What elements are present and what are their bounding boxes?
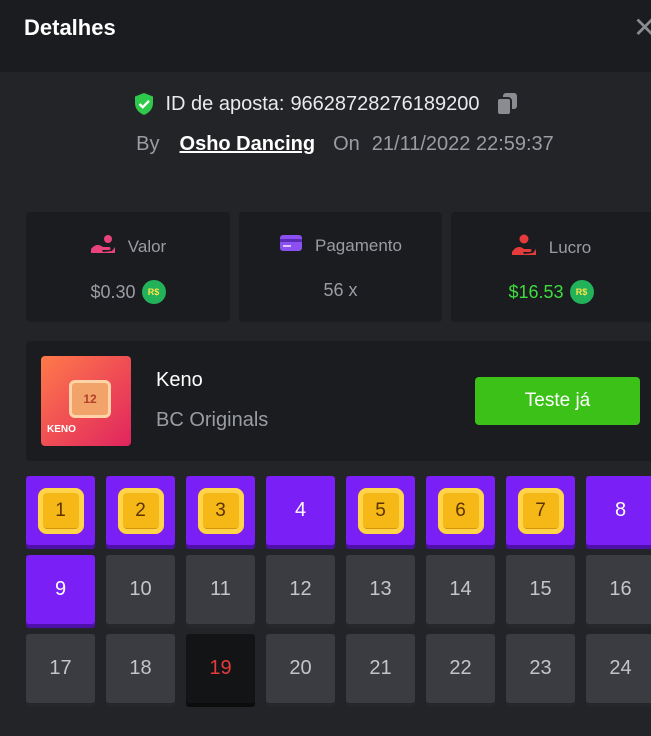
stat-label: Valor — [127, 236, 167, 256]
keno-cell[interactable]: 4 — [266, 476, 335, 545]
keno-cell-number: 11 — [210, 578, 231, 600]
keno-cell-number: 12 — [289, 578, 312, 600]
keno-cell[interactable]: 10 — [106, 555, 175, 624]
keno-cell[interactable]: 11 — [186, 555, 255, 624]
keno-cell[interactable]: 7 — [506, 476, 575, 545]
gem-icon: 5 — [357, 487, 404, 534]
gem-icon: 3 — [197, 487, 244, 534]
gem-icon: 7 — [517, 487, 564, 534]
game-card: 12 KENO Keno BC Originals Teste já — [26, 341, 651, 461]
keno-cell-number: 10 — [129, 578, 152, 600]
stat-lucro: Lucro $16.53 R$ — [451, 212, 651, 322]
keno-cell-number: 20 — [289, 657, 312, 679]
keno-cell[interactable]: 5 — [346, 476, 415, 545]
bet-id-label: ID de aposta: — [165, 92, 285, 115]
thumb-label: KENO — [47, 424, 76, 435]
try-now-button[interactable]: Teste já — [475, 377, 640, 425]
thumb-cube: 12 — [69, 380, 111, 418]
keno-cell[interactable]: 3 — [186, 476, 255, 545]
keno-cell[interactable]: 14 — [426, 555, 495, 624]
keno-cell[interactable]: 1 — [26, 476, 95, 545]
keno-grid: 1 2 3 4 5 6 7 8 9 10 11 12 13 14 15 16 17 18 19 20 21 22 23 24 — [26, 476, 651, 736]
keno-cell-number: 5 — [375, 499, 386, 521]
keno-cell-number: 22 — [449, 657, 472, 679]
keno-cell-number: 15 — [529, 578, 552, 600]
gem-icon: 6 — [437, 487, 484, 534]
currency-coin-icon: R$ — [569, 280, 594, 304]
keno-cell[interactable]: 24 — [586, 634, 651, 703]
card-icon — [279, 234, 303, 257]
bet-by-row: By Osho Dancing On 21/11/2022 22:59:37 — [0, 130, 651, 158]
profit-hand-icon — [511, 234, 537, 261]
keno-cell[interactable]: 9 — [26, 555, 95, 624]
stat-label: Lucro — [548, 237, 592, 257]
keno-cell-number: 21 — [369, 657, 392, 679]
game-provider: BC Originals — [156, 409, 269, 431]
keno-cell-number: 4 — [294, 499, 307, 521]
keno-cell-number: 19 — [209, 657, 232, 679]
stat-label: Pagamento — [315, 235, 402, 255]
keno-cell[interactable]: 12 — [266, 555, 335, 624]
user-link[interactable]: Osho Dancing — [180, 133, 316, 156]
keno-cell[interactable]: 22 — [426, 634, 495, 703]
keno-cell-number: 9 — [54, 578, 67, 600]
keno-cell[interactable]: 17 — [26, 634, 95, 703]
copy-icon[interactable] — [495, 92, 518, 116]
keno-cell-number: 17 — [49, 657, 72, 679]
keno-cell-number: 8 — [614, 499, 627, 521]
keno-cell-number: 14 — [449, 578, 472, 600]
by-label: By — [136, 132, 160, 155]
keno-cell[interactable]: 6 — [426, 476, 495, 545]
stat-value: $0.30 — [90, 281, 136, 302]
gem-icon: 2 — [117, 487, 164, 534]
keno-cell-number: 7 — [535, 499, 546, 521]
keno-cell[interactable]: 15 — [506, 555, 575, 624]
keno-cell-number: 16 — [609, 578, 632, 600]
bet-id-row: ID de aposta: 96628728276189200 — [0, 90, 651, 118]
keno-cell-number: 6 — [455, 499, 466, 521]
game-thumbnail[interactable]: 12 KENO — [41, 356, 131, 446]
keno-cell[interactable]: 2 — [106, 476, 175, 545]
bet-id-value: 96628728276189200 — [290, 92, 480, 115]
stat-pagamento: Pagamento 56 x — [239, 212, 442, 322]
keno-cell-number: 3 — [215, 499, 226, 521]
keno-cell[interactable]: 19 — [186, 634, 255, 703]
gem-icon: 1 — [37, 487, 84, 534]
bet-hand-icon — [90, 234, 116, 259]
keno-cell[interactable]: 20 — [266, 634, 335, 703]
keno-cell[interactable]: 13 — [346, 555, 415, 624]
details-header: Detalhes ✕ — [0, 0, 651, 72]
keno-cell-number: 18 — [129, 657, 152, 679]
game-name[interactable]: Keno — [156, 369, 203, 392]
keno-cell[interactable]: 16 — [586, 555, 651, 624]
verified-shield-icon — [133, 92, 155, 116]
keno-cell-number: 23 — [529, 657, 552, 679]
keno-cell[interactable]: 18 — [106, 634, 175, 703]
keno-cell-number: 13 — [369, 578, 392, 600]
keno-cell[interactable]: 21 — [346, 634, 415, 703]
currency-coin-icon: R$ — [141, 280, 166, 304]
keno-cell[interactable]: 8 — [586, 476, 651, 545]
bet-datetime: 21/11/2022 22:59:37 — [371, 132, 554, 155]
keno-cell[interactable]: 23 — [506, 634, 575, 703]
stat-value: $16.53 — [508, 281, 564, 302]
keno-cell-number: 24 — [609, 657, 632, 679]
page-title: Detalhes — [24, 15, 116, 40]
close-icon[interactable]: ✕ — [633, 14, 651, 42]
stat-value: 56 x — [323, 280, 358, 300]
stat-valor: Valor $0.30 R$ — [26, 212, 230, 322]
keno-cell-number: 1 — [55, 499, 66, 521]
keno-cell-number: 2 — [135, 499, 146, 521]
on-label: On — [333, 132, 360, 155]
